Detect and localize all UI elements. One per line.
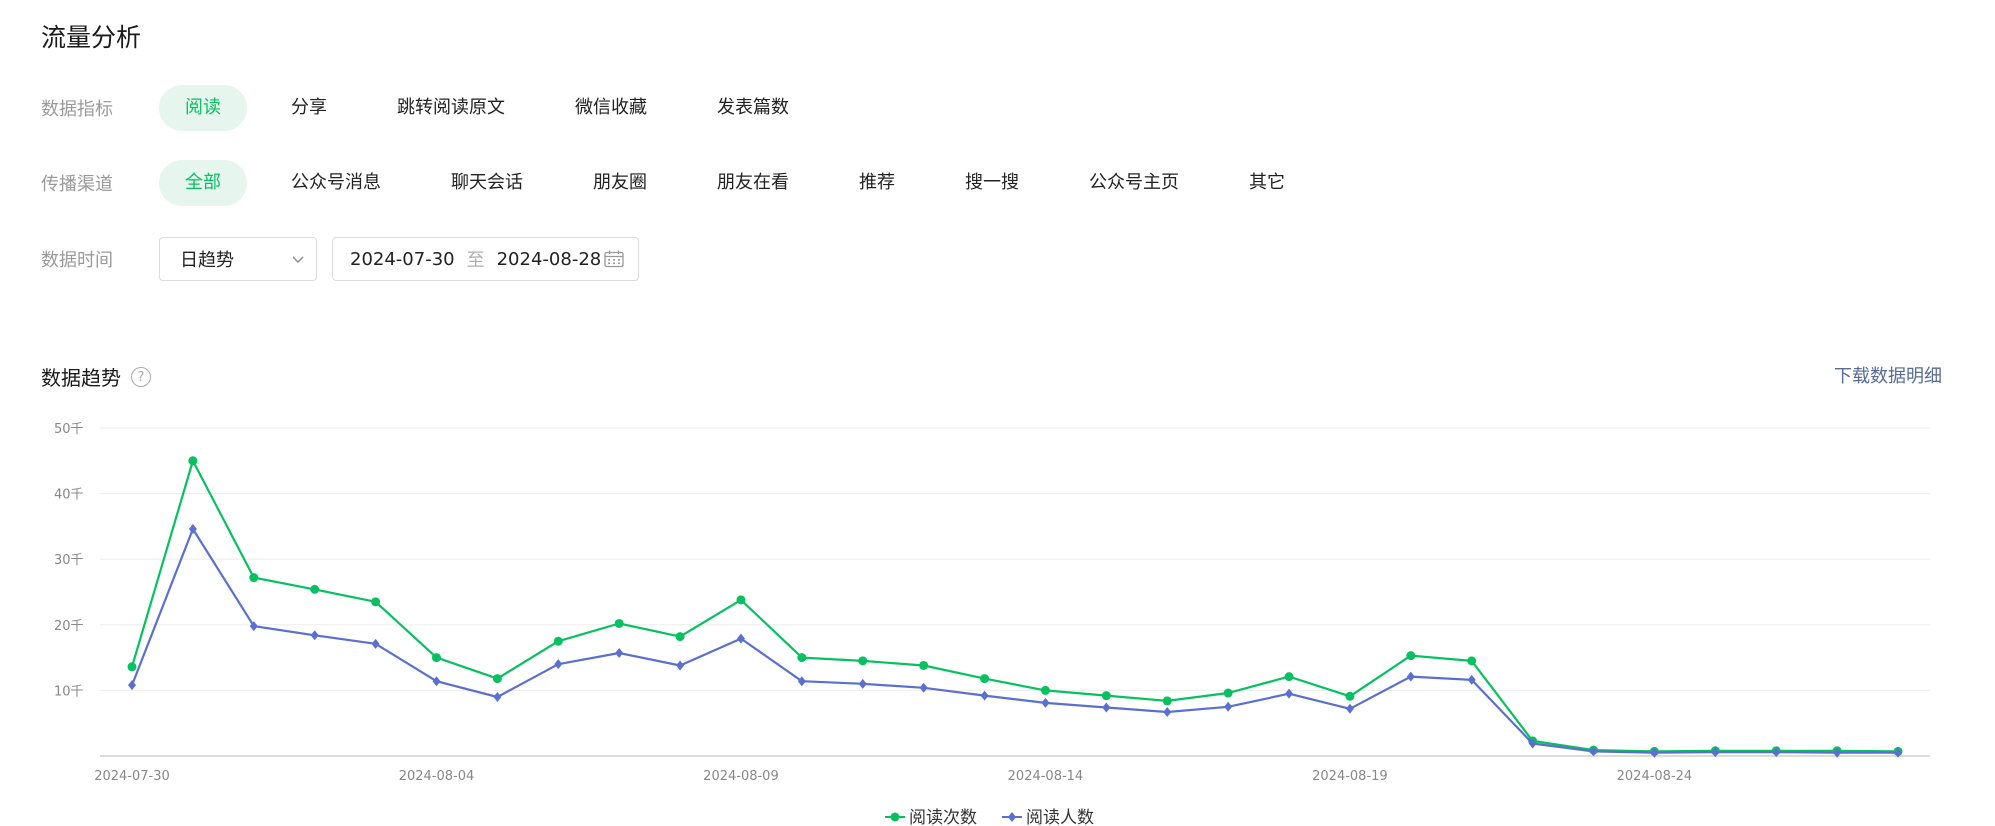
data-point	[919, 682, 928, 693]
data-point	[1406, 671, 1415, 682]
data-point	[615, 648, 624, 659]
data-point	[492, 674, 502, 684]
data-point	[128, 680, 136, 691]
data-point	[431, 653, 441, 663]
data-point	[249, 573, 259, 583]
data-point	[554, 659, 563, 670]
data-point	[1345, 703, 1354, 714]
legend-marker	[890, 812, 900, 822]
data-point	[1163, 707, 1172, 718]
x-tick-label: 2024-07-30	[94, 769, 170, 784]
x-tick-label: 2024-08-14	[1008, 769, 1084, 784]
x-tick-label: 2024-08-04	[399, 769, 475, 784]
data-point	[1284, 672, 1294, 682]
y-tick-label: 50千	[54, 422, 84, 437]
data-point	[1102, 702, 1111, 713]
legend-label: 阅读次数	[909, 808, 977, 826]
data-point	[614, 618, 624, 628]
data-point	[371, 638, 380, 649]
data-point	[858, 656, 868, 666]
data-point	[919, 660, 929, 670]
data-point	[1223, 688, 1233, 698]
data-point	[858, 678, 867, 689]
x-tick-label: 2024-08-19	[1312, 769, 1388, 784]
x-tick-label: 2024-08-09	[703, 769, 779, 784]
data-point	[797, 653, 807, 663]
data-point	[1345, 691, 1355, 701]
trend-chart: 10千 20千 30千 40千 50千 2024-07-30 2024-08-04 2024-…	[54, 422, 1930, 826]
data-point	[980, 690, 989, 701]
y-tick-label: 40千	[54, 488, 84, 503]
data-point	[1101, 691, 1111, 701]
legend-marker	[1008, 812, 1016, 822]
data-point	[675, 632, 685, 642]
data-point	[736, 633, 745, 644]
y-tick-label: 30千	[54, 553, 84, 568]
y-tick-label: 20千	[54, 619, 84, 634]
y-tick-label: 10千	[54, 684, 84, 699]
legend-label: 阅读人数	[1026, 808, 1094, 826]
series-line-2	[130, 527, 1898, 754]
series-line-1	[130, 459, 1899, 753]
data-point	[310, 584, 320, 594]
data-point	[493, 691, 502, 702]
data-point	[1162, 696, 1172, 706]
data-point	[188, 456, 198, 466]
data-point	[371, 597, 381, 607]
data-point	[310, 630, 319, 641]
data-point	[553, 636, 563, 646]
data-point	[1224, 701, 1233, 712]
data-point	[676, 660, 685, 671]
data-point	[1406, 651, 1416, 661]
data-point	[432, 676, 441, 687]
data-point	[736, 595, 746, 605]
data-point	[980, 674, 990, 684]
data-point	[1040, 685, 1050, 695]
data-point	[1467, 656, 1477, 666]
data-point	[797, 676, 806, 687]
data-point	[1041, 697, 1050, 708]
data-point	[127, 662, 137, 672]
x-tick-label: 2024-08-24	[1617, 769, 1693, 784]
